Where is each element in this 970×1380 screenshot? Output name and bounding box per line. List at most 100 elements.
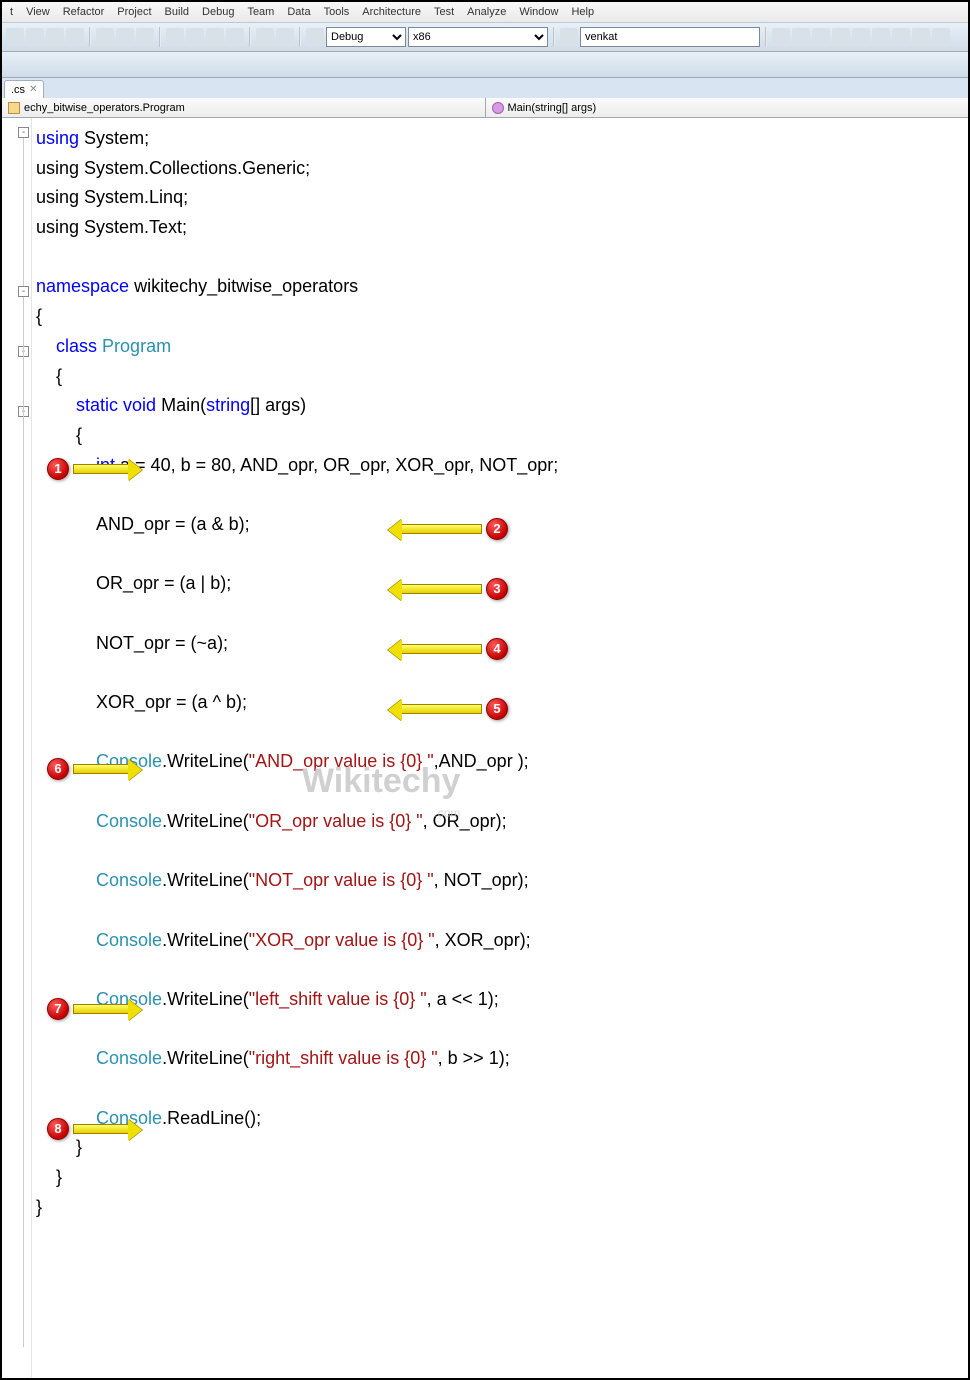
code-line: static void Main(string[] args) (36, 391, 968, 421)
menu-item[interactable]: t (4, 4, 19, 20)
toolbar-icon[interactable] (256, 28, 274, 46)
toolbar-icon[interactable] (852, 28, 870, 46)
code-line: AND_opr = (a & b); (36, 510, 968, 540)
fold-icon[interactable]: - (18, 127, 29, 138)
code-nav-bar: echy_bitwise_operators.Program Main(stri… (2, 98, 968, 118)
code-line: Console.WriteLine("XOR_opr value is {0} … (36, 926, 968, 956)
nav-back-icon[interactable] (206, 28, 224, 46)
config-select[interactable]: Debug (326, 27, 406, 47)
code-line: } (36, 1133, 968, 1163)
code-line (36, 658, 968, 688)
save-icon[interactable] (46, 28, 64, 46)
code-line: namespace wikitechy_bitwise_operators (36, 272, 968, 302)
class-icon (8, 102, 20, 114)
fold-line (23, 138, 24, 286)
class-selector[interactable]: echy_bitwise_operators.Program (2, 98, 486, 117)
code-line: Console.ReadLine(); (36, 1104, 968, 1134)
save-all-icon[interactable] (66, 28, 84, 46)
member-name: Main(string[] args) (508, 102, 597, 114)
document-tabs: .cs ✕ (2, 78, 968, 98)
toolbar-icon[interactable] (872, 28, 890, 46)
menu-tools[interactable]: Tools (318, 4, 356, 20)
toolbar-icon[interactable] (832, 28, 850, 46)
copy-icon[interactable] (116, 28, 134, 46)
code-line: int a = 40, b = 80, AND_opr, OR_opr, XOR… (36, 451, 968, 481)
member-selector[interactable]: Main(string[] args) (486, 98, 969, 117)
code-line: OR_opr = (a | b); (36, 569, 968, 599)
code-line: using System.Linq; (36, 183, 968, 213)
code-line: } (36, 1163, 968, 1193)
tab-label: .cs (11, 84, 25, 96)
separator (89, 27, 91, 47)
menu-test[interactable]: Test (428, 4, 460, 20)
code-line (36, 480, 968, 510)
code-line: using System; (36, 124, 968, 154)
code-line: } (36, 1193, 968, 1223)
start-debug-icon[interactable] (306, 28, 324, 46)
main-toolbar: Debug x86 (2, 22, 968, 52)
code-line (36, 599, 968, 629)
toolbar-icon[interactable] (812, 28, 830, 46)
open-file-icon[interactable] (26, 28, 44, 46)
code-line: { (36, 421, 968, 451)
class-path: echy_bitwise_operators.Program (24, 102, 185, 114)
code-line: XOR_opr = (a ^ b); (36, 688, 968, 718)
new-file-icon[interactable] (6, 28, 24, 46)
menu-refactor[interactable]: Refactor (57, 4, 111, 20)
toolbar-icon[interactable] (912, 28, 930, 46)
menu-data[interactable]: Data (281, 4, 316, 20)
menu-project[interactable]: Project (111, 4, 157, 20)
menu-window[interactable]: Window (513, 4, 564, 20)
separator (553, 27, 555, 47)
gutter: - - - - (2, 118, 32, 1378)
code-line (36, 896, 968, 926)
code-line (36, 540, 968, 570)
undo-icon[interactable] (166, 28, 184, 46)
separator (299, 27, 301, 47)
code-line: NOT_opr = (~a); (36, 629, 968, 659)
paste-icon[interactable] (136, 28, 154, 46)
toolbar-icon[interactable] (892, 28, 910, 46)
menu-bar: t View Refactor Project Build Debug Team… (2, 2, 968, 22)
menu-build[interactable]: Build (159, 4, 195, 20)
close-icon[interactable]: ✕ (29, 84, 37, 95)
find-icon[interactable] (560, 28, 578, 46)
menu-view[interactable]: View (20, 4, 56, 20)
code-line (36, 837, 968, 867)
code-editor[interactable]: - - - - using System; using System.Colle… (2, 118, 968, 1378)
code-line: { (36, 302, 968, 332)
redo-icon[interactable] (186, 28, 204, 46)
toolbar-icon[interactable] (772, 28, 790, 46)
cut-icon[interactable] (96, 28, 114, 46)
separator (249, 27, 251, 47)
menu-analyze[interactable]: Analyze (461, 4, 512, 20)
fold-line (23, 297, 24, 1347)
nav-fwd-icon[interactable] (226, 28, 244, 46)
toolbar-icon[interactable] (276, 28, 294, 46)
code-line: Console.WriteLine("AND_opr value is {0} … (36, 747, 968, 777)
fold-icon[interactable]: - (18, 286, 29, 297)
code-line: Console.WriteLine("OR_opr value is {0} "… (36, 807, 968, 837)
secondary-toolbar (2, 52, 968, 78)
menu-debug[interactable]: Debug (196, 4, 240, 20)
code-line: class Program (36, 332, 968, 362)
code-line: Console.WriteLine("right_shift value is … (36, 1044, 968, 1074)
menu-team[interactable]: Team (241, 4, 280, 20)
document-tab[interactable]: .cs ✕ (4, 80, 44, 98)
code-line (36, 1015, 968, 1045)
search-input[interactable] (580, 27, 760, 47)
menu-help[interactable]: Help (565, 4, 600, 20)
code-line: using System.Collections.Generic; (36, 154, 968, 184)
toolbar-icon[interactable] (792, 28, 810, 46)
toolbar-icon[interactable] (932, 28, 950, 46)
code-line (36, 243, 968, 273)
code-line: using System.Text; (36, 213, 968, 243)
code-line (36, 1074, 968, 1104)
code-line: Console.WriteLine("left_shift value is {… (36, 985, 968, 1015)
separator (765, 27, 767, 47)
code-line (36, 777, 968, 807)
method-icon (492, 102, 504, 114)
separator (159, 27, 161, 47)
menu-architecture[interactable]: Architecture (356, 4, 427, 20)
platform-select[interactable]: x86 (408, 27, 548, 47)
